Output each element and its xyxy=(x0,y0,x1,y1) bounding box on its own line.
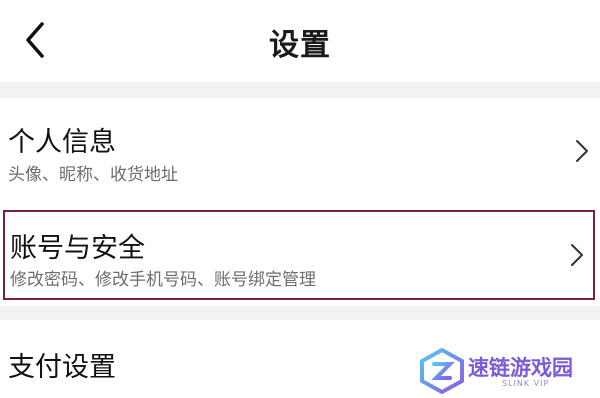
section-divider xyxy=(0,306,600,320)
settings-item-subtitle: 修改密码、修改手机号码、账号绑定管理 xyxy=(10,270,316,290)
section-divider xyxy=(0,82,600,98)
settings-item-title: 个人信息 xyxy=(8,127,116,158)
watermark-subtext: SLINK VIP xyxy=(502,379,550,388)
header-bar: 设置 xyxy=(0,0,600,82)
watermark-text: 速链游戏园 xyxy=(468,356,573,380)
settings-item-title: 账号与安全 xyxy=(10,233,145,264)
chevron-right-icon xyxy=(576,140,588,162)
logo-icon xyxy=(420,348,464,394)
chevron-right-icon xyxy=(571,244,583,266)
settings-item-personal-info[interactable]: 个人信息 头像、昵称、收货地址 xyxy=(0,98,600,202)
settings-item-title: 支付设置 xyxy=(8,352,116,383)
settings-item-account-security[interactable]: 账号与安全 修改密码、修改手机号码、账号绑定管理 xyxy=(3,210,595,300)
page-title: 设置 xyxy=(269,28,331,63)
settings-item-subtitle: 头像、昵称、收货地址 xyxy=(8,165,178,185)
watermark-logo: 速链游戏园 SLINK VIP xyxy=(420,346,600,398)
